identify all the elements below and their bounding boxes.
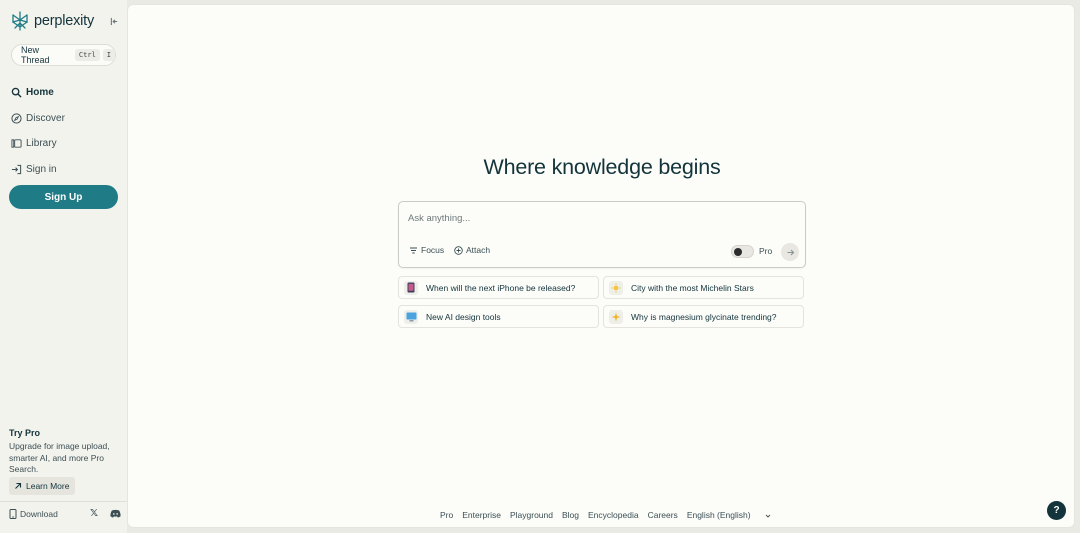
shortcut-ctrl: Ctrl [74,49,100,61]
phone-emoji-icon [404,280,418,295]
attach-button[interactable]: Attach [454,245,490,255]
sidebar-item-label: Sign in [26,163,57,175]
submit-button[interactable] [781,243,799,261]
suggestion-item[interactable]: City with the most Michelin Stars [603,276,804,299]
sidebar-item-sign-in[interactable]: Sign in [11,157,121,183]
collapse-sidebar-button[interactable] [106,13,122,29]
help-button[interactable]: ? [1047,501,1066,520]
arrow-up-right-icon [15,482,22,489]
footer-link-careers[interactable]: Careers [648,510,678,520]
chevron-down-icon [765,514,771,518]
language-selector[interactable]: English (English) [687,510,771,520]
suggestion-label: Why is magnesium glycinate trending? [631,311,777,322]
new-thread-label: New Thread [21,45,50,65]
sparkle-emoji-icon [609,309,623,324]
footer-link-pro[interactable]: Pro [440,510,453,520]
shortcut-i: I [102,49,115,61]
phone-icon [9,509,17,519]
pro-label: Pro [759,246,773,256]
ask-box[interactable]: Focus Attach Pro [398,201,806,268]
try-pro-panel: Try Pro Upgrade for image upload, smarte… [9,428,121,476]
logo[interactable]: perplexity [10,10,122,32]
footer-link-playground[interactable]: Playground [510,510,553,520]
compass-icon [11,113,22,124]
download-label: Download [20,509,58,519]
toggle-knob [734,248,742,256]
suggestion-item[interactable]: New AI design tools [398,305,599,328]
star-emoji-icon [609,280,623,295]
try-pro-title: Try Pro [9,428,41,438]
pro-toggle[interactable] [731,245,754,258]
language-label: English (English) [686,510,751,520]
sidebar-item-home[interactable]: Home [11,80,121,106]
focus-label: Focus [421,245,445,255]
computer-emoji-icon [404,309,418,324]
suggestion-label: New AI design tools [426,311,501,322]
perplexity-logo-icon [12,11,28,31]
suggestion-label: When will the next iPhone be released? [426,282,576,293]
footer: Pro Enterprise Playground Blog Encyclope… [440,509,780,521]
learn-more-button[interactable]: Learn More [9,477,75,495]
brand-name: perplexity [34,13,95,29]
attach-label: Attach [466,245,491,255]
sign-in-icon [11,164,22,174]
plus-circle-icon [454,245,463,255]
library-icon [11,139,22,148]
main-panel: Where knowledge begins Focus Attach Pro [127,4,1075,528]
x-twitter-icon[interactable]: 𝕏 [90,508,100,519]
sidebar-item-label: Home [26,87,54,99]
arrow-right-icon [787,249,794,255]
focus-button[interactable]: Focus [409,245,444,255]
search-icon [11,87,22,98]
footer-link-blog[interactable]: Blog [562,510,579,520]
new-thread-button[interactable]: New Thread Ctrl I [11,44,116,66]
footer-link-encyclopedia[interactable]: Encyclopedia [588,510,639,520]
sidebar-item-library[interactable]: Library [11,131,121,157]
suggestion-item[interactable]: Why is magnesium glycinate trending? [603,305,804,328]
suggestion-item[interactable]: When will the next iPhone be released? [398,276,599,299]
page-title: Where knowledge begins [483,155,721,179]
sidebar-nav: Home Discover Library Sign in [11,80,121,182]
ask-input[interactable] [408,210,788,226]
sign-up-button[interactable]: Sign Up [9,185,118,209]
sidebar-item-label: Discover [26,112,65,124]
discord-icon[interactable] [110,509,121,518]
try-pro-description: Upgrade for image upload, smarter AI, an… [9,441,110,474]
suggestion-label: City with the most Michelin Stars [631,282,754,293]
sidebar: perplexity New Thread Ctrl I Home Discov… [0,0,127,533]
learn-more-label: Learn More [26,481,70,491]
footer-link-enterprise[interactable]: Enterprise [462,510,501,520]
sidebar-item-discover[interactable]: Discover [11,106,121,132]
filter-icon [410,247,417,253]
download-link[interactable]: Download [9,508,58,520]
sidebar-divider [0,501,127,502]
sidebar-item-label: Library [26,138,57,150]
collapse-icon [110,17,117,25]
